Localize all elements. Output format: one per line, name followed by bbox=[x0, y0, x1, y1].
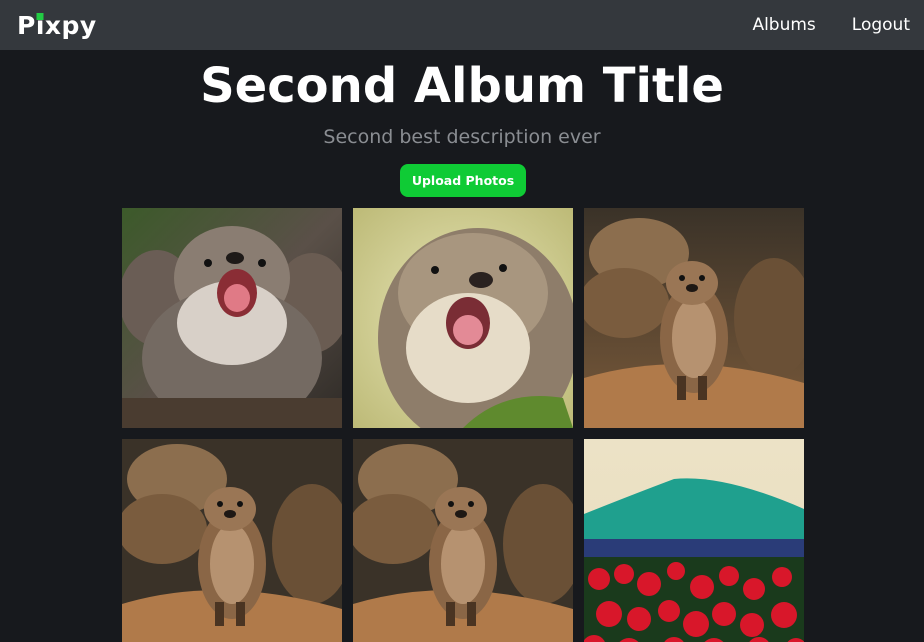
photo-tile[interactable] bbox=[584, 439, 804, 642]
photo-gallery bbox=[122, 208, 804, 642]
upload-photos-button[interactable]: Upload Photos bbox=[400, 164, 526, 197]
logo[interactable]: Pı xpy bbox=[17, 11, 97, 40]
photo-tile[interactable] bbox=[122, 208, 342, 428]
photo-tile[interactable] bbox=[122, 439, 342, 642]
navbar: Pı xpy Albums Logout bbox=[0, 0, 924, 50]
otter-yawn-image bbox=[353, 208, 573, 428]
nav-link-logout[interactable]: Logout bbox=[852, 15, 910, 35]
photo-tile[interactable] bbox=[353, 439, 573, 642]
album-description: Second best description ever bbox=[323, 126, 601, 148]
otter-on-rock-image bbox=[122, 439, 342, 642]
album-title: Second Album Title bbox=[200, 58, 724, 114]
otter-group-image bbox=[122, 208, 342, 428]
photo-tile[interactable] bbox=[584, 208, 804, 428]
photo-tile[interactable] bbox=[353, 208, 573, 428]
tulip-field-image bbox=[584, 439, 804, 642]
nav-links: Albums Logout bbox=[752, 15, 910, 35]
otter-on-rock-image bbox=[353, 439, 573, 642]
otter-on-rock-image bbox=[584, 208, 804, 428]
nav-link-albums[interactable]: Albums bbox=[752, 15, 815, 35]
